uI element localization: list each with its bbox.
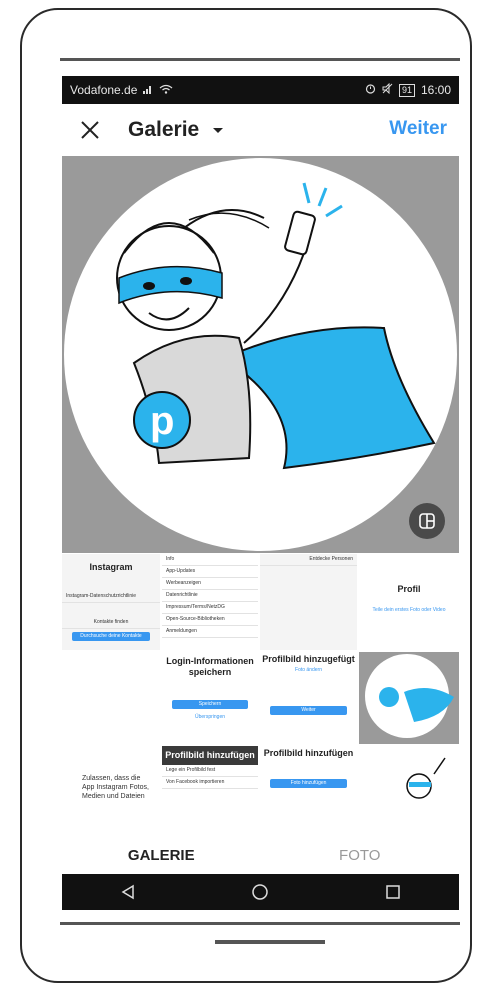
gallery-thumbnail[interactable]: Login-Informationen speichern Speichern …	[162, 652, 258, 744]
sketch-stroke-bottom	[60, 922, 460, 925]
hero-illustration: p	[116, 182, 436, 470]
back-icon	[121, 884, 134, 900]
recents-icon	[386, 885, 400, 899]
photo-preview[interactable]: p	[62, 156, 459, 553]
home-button[interactable]	[240, 877, 280, 907]
tab-gallery[interactable]: GALERIE	[62, 836, 261, 874]
wifi-icon	[159, 83, 173, 97]
phone-screen: Vodafone.de 91 16:00 Galerie Weiter p In…	[62, 76, 459, 910]
thumbnail-text: Weiter	[269, 706, 348, 715]
thumbnail-text: Profil	[397, 584, 421, 594]
preview-crop-circle: p	[64, 158, 457, 551]
thumbnail-text: Teile dein erstes Foto oder Video	[372, 607, 446, 613]
gallery-thumbnail[interactable]	[359, 652, 459, 744]
thumbnail-text: Instagram-Datenschutzrichtlinie	[62, 591, 160, 603]
gallery-thumbnail[interactable]: Entdecke Personen	[260, 554, 357, 650]
alarm-icon	[365, 83, 376, 97]
thumbnail-text: Open-Source-Bibliotheken	[162, 614, 258, 626]
sketch-stroke-top	[60, 58, 460, 61]
thumbnail-text: Profilbild hinzufügen	[162, 746, 258, 765]
thumbnail-text: Durchsuche deine Kontakte	[71, 632, 151, 641]
gallery-thumbnail[interactable]: Zulassen, dass die App Instagram Fotos, …	[62, 746, 160, 836]
home-icon	[252, 884, 269, 900]
battery-indicator: 91	[398, 83, 415, 97]
close-icon	[81, 121, 99, 139]
close-button[interactable]	[70, 110, 110, 150]
thumbnail-text: Info	[162, 554, 258, 566]
gallery-thumbnail[interactable]: Info App-Updates Werbeanzeigen Datenrich…	[162, 554, 258, 650]
thumbnail-text: Instagram	[89, 562, 133, 572]
thumbnail-text: Foto ändern	[295, 667, 322, 673]
mute-icon	[382, 82, 393, 97]
thumbnail-text: Profilbild hinzufügen	[263, 748, 354, 758]
gallery-thumbnail[interactable]: Profilbild hinzugefügt Foto ändern Weite…	[260, 652, 357, 744]
crop-toggle-icon	[419, 513, 435, 529]
thumbnail-text: Impressum/Terms/NetzDG	[162, 602, 258, 614]
crop-toggle-button[interactable]	[409, 503, 445, 539]
gallery-thumbnail[interactable]: Profilbild hinzufügen Foto hinzufügen	[260, 746, 357, 836]
thumbnail-text: Lege ein Profilbild fest	[162, 765, 258, 777]
hero-thumbnail-image	[365, 654, 454, 738]
hero-thumbnail-sketch	[406, 757, 446, 799]
thumbnail-text: Anmeldungen	[162, 626, 258, 638]
svg-text:p: p	[150, 399, 174, 443]
thumbnail-text: App-Updates	[162, 566, 258, 578]
thumbnail-text: Profilbild hinzugefügt	[262, 654, 355, 664]
system-nav-bar	[62, 874, 459, 910]
thumbnail-text: Werbeanzeigen	[162, 578, 258, 590]
tab-photo[interactable]: FOTO	[261, 836, 460, 874]
thumbnail-text: Entdecke Personen	[260, 554, 357, 566]
gallery-thumbnail[interactable]: Profil Teile dein erstes Foto oder Video	[359, 554, 459, 650]
thumbnail-text: Überspringen	[194, 714, 226, 720]
thumbnail-text: Kontakte finden	[62, 617, 160, 629]
gallery-thumbnail[interactable]: Instagram Instagram-Datenschutzrichtlini…	[62, 554, 160, 650]
gallery-thumbnail[interactable]: Profilbild hinzufügen Lege ein Profilbil…	[162, 746, 258, 836]
page-title: Galerie	[128, 118, 200, 141]
gallery-picker[interactable]: Galerie	[128, 118, 224, 142]
thumbnail-text: Login-Informationen speichern	[166, 656, 254, 677]
app-bar: Galerie Weiter	[62, 104, 459, 156]
next-button[interactable]: Weiter	[389, 118, 447, 140]
gallery-grid: Instagram Instagram-Datenschutzrichtlini…	[62, 554, 459, 836]
thumbnail-text: Speichern	[171, 700, 249, 709]
bottom-tabs: GALERIE FOTO	[62, 836, 459, 874]
back-button[interactable]	[108, 877, 148, 907]
thumbnail-text: Foto hinzufügen	[269, 779, 348, 788]
clock: 16:00	[420, 83, 451, 97]
thumbnail-text: Von Facebook importieren	[162, 777, 258, 789]
gallery-thumbnail[interactable]	[359, 746, 459, 836]
signal-icon	[143, 83, 153, 97]
status-bar: Vodafone.de 91 16:00	[62, 76, 459, 104]
thumbnail-text: Datenrichtlinie	[162, 590, 258, 602]
thumbnail-text: Zulassen, dass die App Instagram Fotos, …	[82, 775, 149, 800]
recents-button[interactable]	[373, 877, 413, 907]
chevron-down-icon	[213, 127, 224, 133]
speaker-stroke	[215, 940, 325, 944]
carrier-label: Vodafone.de	[70, 83, 138, 97]
